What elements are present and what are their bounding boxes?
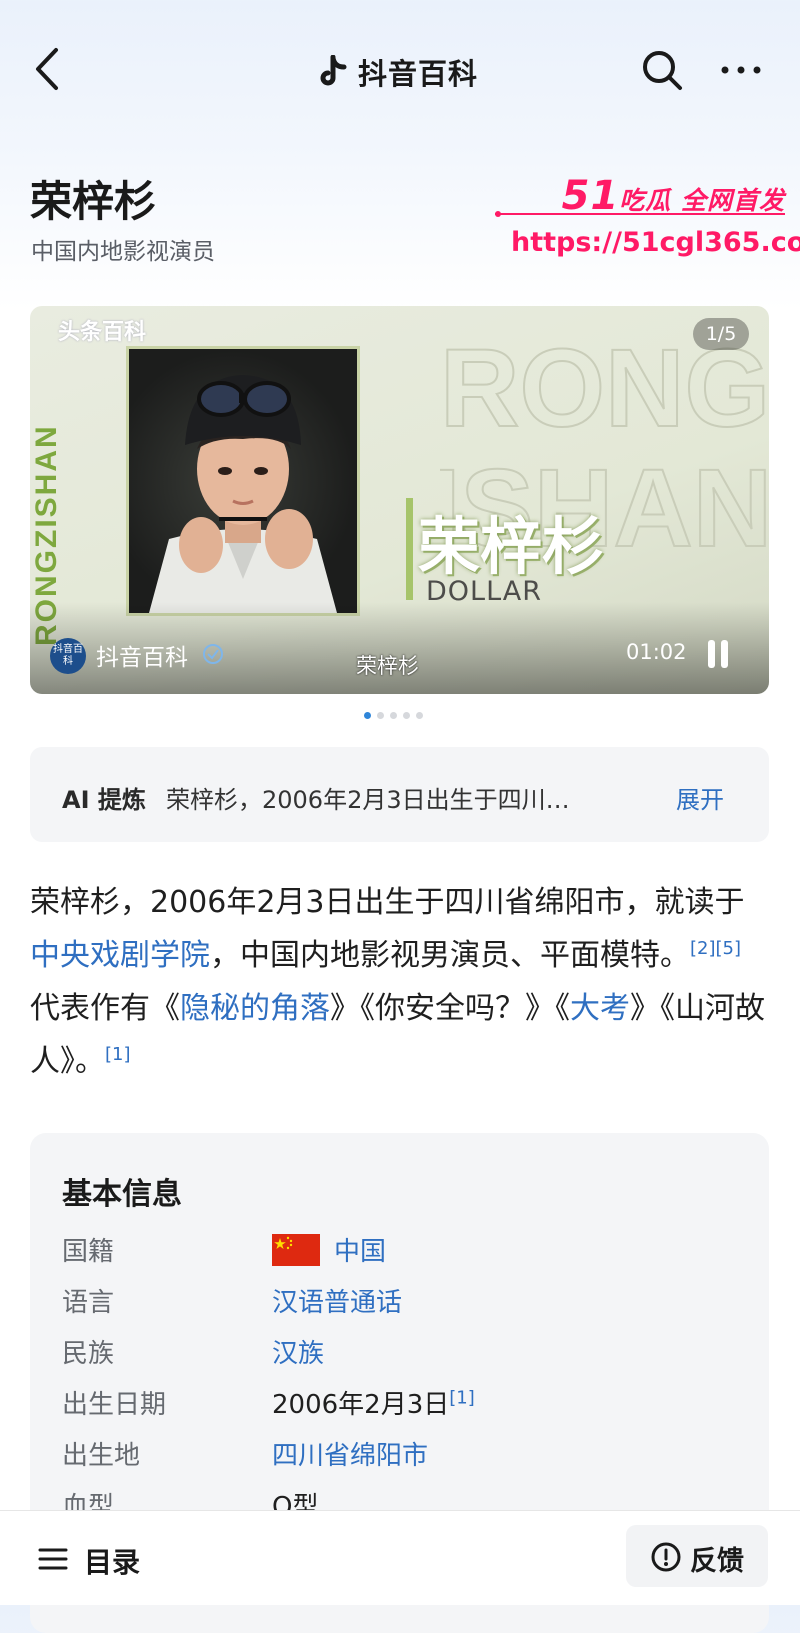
carousel-dots[interactable]: [364, 712, 423, 719]
video-name-overlay: 荣梓杉: [418, 510, 605, 583]
watermark-overlay: 51吃瓜 全网首发 https://51cgl365.com: [495, 165, 800, 265]
channel-avatar-icon[interactable]: 抖音百科: [50, 638, 86, 674]
birthdate-value: 2006年2月3日: [272, 1390, 450, 1420]
video-caption: 荣梓杉: [356, 654, 419, 678]
video-player[interactable]: RONGZISHAN 头条百科 RONG ISHAN 1/5 荣梓杉 DOLLA…: [30, 306, 769, 694]
channel-name[interactable]: 抖音百科: [96, 638, 188, 672]
china-flag-icon: [272, 1234, 320, 1266]
portrait-photo: [126, 346, 360, 616]
intro-text: 》《你安全吗？》《: [330, 991, 570, 1026]
info-value-link[interactable]: 四川省绵阳市: [272, 1435, 428, 1472]
info-row-language: 语言 汉语普通话: [62, 1282, 742, 1322]
back-chevron-icon[interactable]: [28, 46, 68, 92]
feedback-button[interactable]: 反馈: [626, 1525, 768, 1587]
page-title: 荣梓杉: [30, 177, 157, 226]
carousel-dot[interactable]: [416, 712, 423, 719]
brand-header: 抖音百科: [318, 52, 478, 92]
citation-link[interactable]: [5]: [716, 938, 742, 959]
info-value-link[interactable]: 汉族: [272, 1333, 324, 1370]
info-key: 语言: [62, 1288, 115, 1318]
link-dakao[interactable]: 大考: [570, 991, 630, 1026]
link-the-bad-kids[interactable]: 隐秘的角落: [180, 991, 330, 1026]
alert-circle-icon: [651, 1542, 681, 1572]
carousel-dot[interactable]: [377, 712, 384, 719]
citation-link[interactable]: [1]: [105, 1044, 131, 1065]
info-row-birthplace: 出生地 四川省绵阳市: [62, 1435, 742, 1475]
feedback-label: 反馈: [690, 1546, 744, 1577]
citation-link[interactable]: [1]: [449, 1387, 475, 1408]
brand-name: 抖音百科: [358, 57, 479, 91]
video-duration: 01:02: [626, 640, 687, 664]
video-name-accent: [406, 498, 413, 600]
bottom-bar: 目录 反馈: [0, 1510, 800, 1605]
info-key: 国籍: [62, 1237, 115, 1267]
verified-badge-icon: [203, 644, 223, 664]
intro-text: ，中国内地影视男演员、平面模特。: [210, 938, 690, 973]
basic-info-title: 基本信息: [62, 1177, 182, 1212]
pause-icon[interactable]: [706, 638, 730, 670]
intro-paragraph: 荣梓杉，2006年2月3日出生于四川省绵阳市，就读于中央戏剧学院，中国内地影视男…: [30, 876, 770, 1088]
carousel-dot[interactable]: [364, 712, 371, 719]
citation-link[interactable]: [2]: [690, 938, 716, 959]
page-subtitle: 中国内地影视演员: [31, 239, 215, 265]
info-row-nationality: 国籍 中国: [62, 1231, 742, 1271]
more-dots-icon[interactable]: [718, 52, 764, 88]
info-key: 出生日期: [62, 1390, 167, 1420]
ai-summary-text: 荣梓杉，2006年2月3日出生于四川…: [166, 786, 570, 814]
info-value-link[interactable]: 中国: [334, 1231, 386, 1268]
watermark-circuit-line: [495, 211, 785, 217]
carousel-dot[interactable]: [403, 712, 410, 719]
info-value: 2006年2月3日[1]: [272, 1384, 475, 1421]
douyin-logo-icon: [320, 55, 347, 86]
video-slide-counter: 1/5: [693, 318, 749, 350]
link-central-academy-of-drama[interactable]: 中央戏剧学院: [30, 938, 210, 973]
info-row-birthdate: 出生日期 2006年2月3日[1]: [62, 1384, 742, 1424]
portrait-illustration: [149, 375, 337, 613]
info-value-link[interactable]: 汉语普通话: [272, 1282, 402, 1319]
ai-summary-expand-link[interactable]: 展开: [676, 780, 724, 815]
info-row-ethnicity: 民族 汉族: [62, 1333, 742, 1373]
info-key: 民族: [62, 1339, 115, 1369]
menu-list-icon[interactable]: [38, 1547, 68, 1571]
ai-summary-label: AI 提炼: [62, 786, 146, 814]
video-source-logo: 头条百科: [58, 320, 147, 345]
ai-summary-box[interactable]: AI 提炼 荣梓杉，2006年2月3日出生于四川… 展开: [30, 747, 769, 842]
carousel-dot[interactable]: [390, 712, 397, 719]
toc-button[interactable]: 目录: [84, 1541, 140, 1581]
intro-text: 荣梓杉，2006年2月3日出生于四川省绵阳市，就读于: [30, 885, 745, 920]
intro-text: 代表作有《: [30, 991, 180, 1026]
info-key: 出生地: [62, 1441, 141, 1471]
search-icon[interactable]: [640, 48, 684, 92]
watermark-url: https://51cgl365.com: [511, 227, 800, 258]
